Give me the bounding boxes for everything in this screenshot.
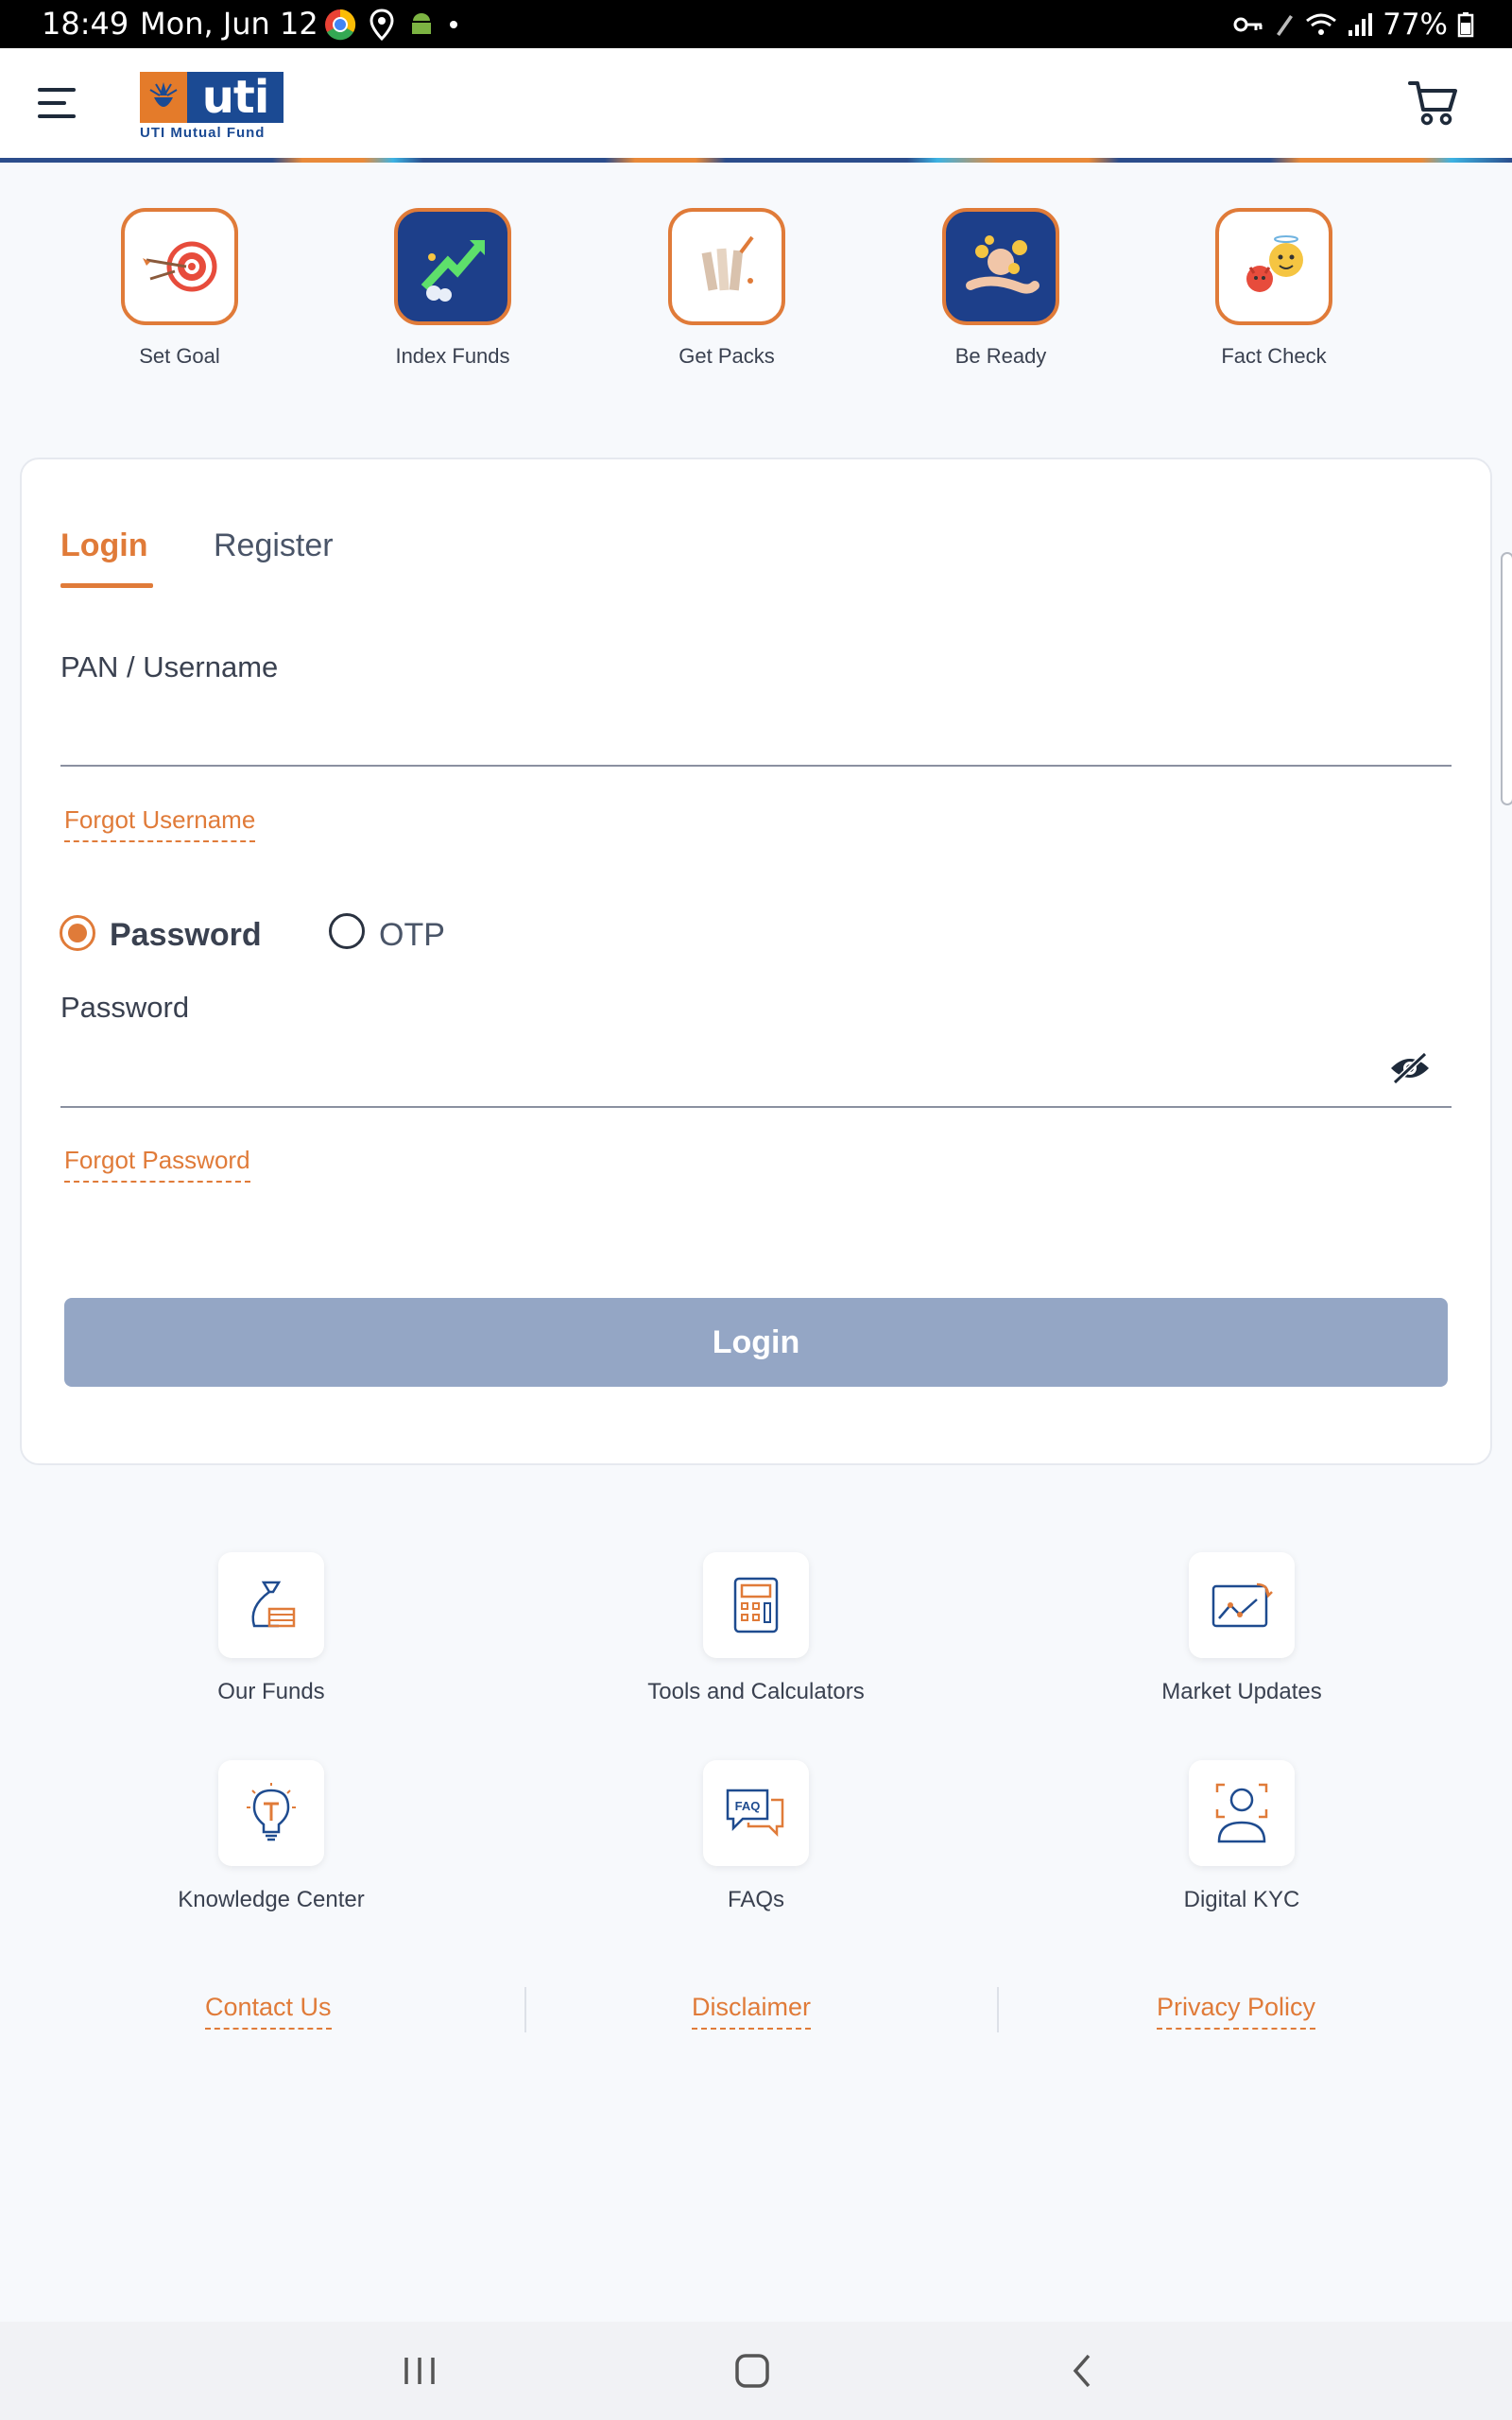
growth-arrow-icon xyxy=(394,208,511,325)
svg-text:FAQ: FAQ xyxy=(735,1799,761,1813)
active-tab-indicator xyxy=(60,583,153,588)
hand-coins-icon xyxy=(942,208,1059,325)
battery-icon xyxy=(1457,12,1474,38)
footer-divider xyxy=(524,1987,526,2032)
system-nav-bar xyxy=(0,2322,1512,2420)
pen-icon xyxy=(1277,15,1294,36)
quick-link-label: FAQs xyxy=(727,1887,784,1912)
forgot-username-link[interactable]: Forgot Username xyxy=(64,805,256,842)
category-label: Get Packs xyxy=(679,344,775,368)
back-icon[interactable] xyxy=(1068,2352,1096,2390)
username-input[interactable] xyxy=(60,700,1452,766)
face-scan-icon xyxy=(1189,1760,1295,1866)
status-bar: 18:49 Mon, Jun 12 77% xyxy=(0,0,1512,48)
home-icon[interactable] xyxy=(733,2352,771,2390)
money-bag-icon xyxy=(218,1552,324,1658)
status-date: Mon, Jun 12 xyxy=(140,6,318,42)
tab-register[interactable]: Register xyxy=(214,527,334,564)
category-get-packs[interactable]: Get Packs xyxy=(632,208,821,369)
scroll-handle[interactable] xyxy=(1501,552,1512,805)
password-radio-label[interactable]: Password xyxy=(110,917,262,954)
header-accent-line xyxy=(0,158,1512,163)
target-dart-icon xyxy=(121,208,238,325)
quick-link-label: Tools and Calculators xyxy=(647,1679,865,1704)
packs-icon xyxy=(668,208,785,325)
footer-divider xyxy=(997,1987,999,2032)
category-label: Fact Check xyxy=(1221,344,1327,368)
privacy-policy-link[interactable]: Privacy Policy xyxy=(1157,1993,1316,2030)
kalash-emblem-icon xyxy=(140,72,187,123)
quick-link-knowledge-center[interactable]: Knowledge Center xyxy=(101,1760,441,1913)
location-icon xyxy=(369,9,394,41)
category-label: Set Goal xyxy=(139,344,220,368)
password-label: Password xyxy=(60,991,190,1024)
battery-level: 77% xyxy=(1383,8,1448,42)
quick-link-digital-kyc[interactable]: Digital KYC xyxy=(1072,1760,1412,1913)
category-index-funds[interactable]: Index Funds xyxy=(358,208,547,369)
otp-radio-label[interactable]: OTP xyxy=(379,917,445,954)
key-icon xyxy=(1233,17,1263,32)
quick-link-our-funds[interactable]: Our Funds xyxy=(101,1552,441,1705)
logo-subtitle: UTI Mutual Fund xyxy=(140,125,266,141)
quick-link-label: Knowledge Center xyxy=(178,1887,365,1912)
forgot-password-link[interactable]: Forgot Password xyxy=(64,1146,250,1183)
quick-link-faqs[interactable]: FAQ FAQs xyxy=(586,1760,926,1913)
quick-link-label: Digital KYC xyxy=(1183,1887,1300,1912)
quick-link-tools-calculators[interactable]: Tools and Calculators xyxy=(586,1552,926,1705)
android-icon xyxy=(412,13,431,34)
lightbulb-icon xyxy=(218,1760,324,1866)
faq-chat-icon: FAQ xyxy=(703,1760,809,1866)
chrome-icon xyxy=(325,9,356,41)
emoji-faces-icon xyxy=(1215,208,1332,325)
login-button[interactable]: Login xyxy=(64,1298,1448,1387)
quick-link-market-updates[interactable]: Market Updates xyxy=(1072,1552,1412,1705)
uti-logo[interactable]: uti UTI Mutual Fund xyxy=(140,72,284,141)
eye-slash-icon[interactable] xyxy=(1389,1051,1431,1085)
category-label: Index Funds xyxy=(395,344,510,368)
otp-radio[interactable] xyxy=(329,913,365,949)
contact-us-link[interactable]: Contact Us xyxy=(205,1993,332,2030)
quick-link-label: Our Funds xyxy=(217,1679,325,1704)
category-fact-check[interactable]: Fact Check xyxy=(1179,208,1368,369)
tab-login[interactable]: Login xyxy=(60,527,148,564)
category-label: Be Ready xyxy=(954,344,1047,368)
quick-link-label: Market Updates xyxy=(1161,1679,1322,1704)
status-time: 18:49 xyxy=(42,6,129,42)
password-radio[interactable] xyxy=(60,915,95,951)
dot-icon xyxy=(450,21,457,28)
signal-icon xyxy=(1349,13,1373,36)
disclaimer-link[interactable]: Disclaimer xyxy=(692,1993,812,2030)
calculator-icon xyxy=(703,1552,809,1658)
username-underline xyxy=(60,765,1452,767)
recent-apps-icon[interactable] xyxy=(401,2354,438,2388)
password-input[interactable] xyxy=(60,1038,1374,1104)
category-be-ready[interactable]: Be Ready xyxy=(906,208,1095,369)
cart-icon[interactable] xyxy=(1408,79,1459,127)
market-chart-icon xyxy=(1189,1552,1295,1658)
password-underline xyxy=(60,1106,1452,1108)
logo-wordmark: uti xyxy=(187,72,284,123)
category-set-goal[interactable]: Set Goal xyxy=(85,208,274,369)
category-strip: Set Goal Index Funds Get Packs Be Ready … xyxy=(0,208,1512,378)
hamburger-menu-icon[interactable] xyxy=(38,88,76,118)
wifi-icon xyxy=(1306,13,1337,35)
username-label: PAN / Username xyxy=(60,650,279,683)
